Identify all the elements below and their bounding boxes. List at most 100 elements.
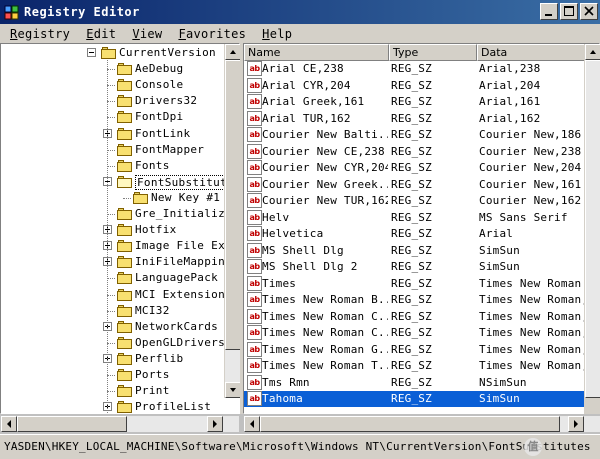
folder-icon: [117, 400, 133, 413]
table-row[interactable]: ab MS Shell Dlg REG_SZ SimSun: [244, 242, 599, 259]
table-row[interactable]: ab Helvetica REG_SZ Arial: [244, 226, 599, 242]
tree-item-label: Fonts: [135, 158, 170, 172]
tree-item[interactable]: OpenGLDrivers: [1, 335, 225, 351]
tree-item[interactable]: IniFileMapping: [1, 254, 232, 270]
tree-item[interactable]: FontMapper: [1, 142, 225, 158]
menu-registry[interactable]: Registry: [2, 27, 78, 41]
tree-item-label: Perflib: [135, 351, 184, 365]
registry-key-tree[interactable]: CurrentVersion AeDebug Console Drivers32 Fon…: [0, 43, 240, 414]
tree-item-label: MCI32: [135, 303, 170, 317]
tree-scroll-thumb[interactable]: [225, 60, 241, 350]
list-scroll-right-button[interactable]: [568, 416, 584, 432]
column-header-name[interactable]: Name: [244, 44, 389, 61]
tree-item[interactable]: MCI Extensions: [1, 287, 232, 303]
value-data: Times New Roman,18: [479, 293, 585, 306]
table-row[interactable]: ab Times New Roman B... REG_SZ Times New Ro…: [244, 292, 599, 308]
value-name: Courier New Balti...: [262, 128, 388, 141]
folder-icon: [117, 159, 133, 172]
menu-favorites[interactable]: Favorites: [170, 27, 254, 41]
table-row[interactable]: ab Arial Greek,161 REG_SZ Arial,161: [244, 94, 599, 110]
table-row[interactable]: ab Tahoma REG_SZ SimSun: [244, 391, 599, 407]
list-horizontal-scrollbar[interactable]: [244, 416, 600, 432]
string-value-icon: ab: [247, 242, 262, 258]
tree-connector: [107, 214, 115, 215]
value-name: Times New Roman T...: [262, 359, 388, 372]
table-row[interactable]: ab Arial TUR,162 REG_SZ Arial,162: [244, 110, 599, 127]
tree-item[interactable]: Hotfix: [1, 222, 225, 238]
tree-scroll-right-button[interactable]: [207, 416, 223, 432]
tree-item[interactable]: Print: [1, 383, 225, 399]
value-name: Courier New TUR,162: [262, 194, 388, 207]
table-row[interactable]: ab MS Shell Dlg 2 REG_SZ SimSun: [244, 259, 599, 275]
value-type: REG_SZ: [391, 375, 432, 389]
tree-item[interactable]: FontSubstitutes: [1, 174, 239, 190]
tree-item[interactable]: AeDebug: [1, 61, 225, 77]
tree-vertical-scrollbar[interactable]: [224, 44, 241, 398]
folder-icon: [117, 304, 133, 317]
tree-item[interactable]: Ports: [1, 367, 225, 383]
table-row[interactable]: ab Times New Roman C... REG_SZ Times New Ro…: [244, 308, 599, 325]
list-scroll-up-button[interactable]: [585, 44, 600, 60]
tree-item[interactable]: NetworkCards: [1, 319, 225, 335]
tree-item-label: OpenGLDrivers: [135, 335, 225, 349]
collapse-icon[interactable]: [87, 48, 96, 57]
tree-scroll-left-button[interactable]: [1, 416, 17, 432]
table-row[interactable]: ab Times New Roman T... REG_SZ Times New Ro…: [244, 358, 599, 374]
table-row[interactable]: ab Courier New CYR,204 REG_SZ Courier New,2…: [244, 160, 599, 176]
table-row[interactable]: ab Tms Rmn REG_SZ NSimSun: [244, 374, 599, 391]
value-type: REG_SZ: [391, 177, 432, 191]
list-scroll-left-button[interactable]: [244, 416, 260, 432]
value-data: Courier New,186: [479, 128, 582, 141]
table-row[interactable]: ab Times REG_SZ Times New Roman: [244, 275, 599, 292]
tree-item[interactable]: LanguagePack: [1, 270, 225, 286]
tree-item[interactable]: FontLink: [1, 126, 225, 142]
menu-help[interactable]: Help: [254, 27, 300, 41]
values-list[interactable]: Name Type Data ab Arial CE,238 REG_SZ Arial…: [243, 43, 600, 414]
folder-icon: [117, 320, 133, 333]
table-row[interactable]: ab Arial CYR,204 REG_SZ Arial,204: [244, 77, 599, 94]
list-vertical-scrollbar[interactable]: [584, 44, 600, 414]
close-button[interactable]: [580, 3, 598, 20]
tree-hscroll-thumb[interactable]: [17, 416, 127, 432]
list-hscroll-thumb[interactable]: [260, 416, 560, 432]
table-row[interactable]: ab Times New Roman G... REG_SZ Times New Ro…: [244, 341, 599, 358]
menu-view[interactable]: View: [124, 27, 170, 41]
value-type: REG_SZ: [391, 342, 432, 356]
title-bar[interactable]: Registry Editor: [0, 0, 600, 24]
tree-item[interactable]: Perflib: [1, 351, 225, 367]
tree-item[interactable]: MCI32: [1, 303, 225, 319]
tree-item[interactable]: Drivers32: [1, 93, 225, 109]
tree-item[interactable]: Fonts: [1, 158, 225, 174]
tree-item[interactable]: FontDpi: [1, 109, 225, 125]
menu-edit[interactable]: Edit: [78, 27, 124, 41]
tree-scroll-down-button[interactable]: [225, 382, 241, 398]
table-row[interactable]: ab Arial CE,238 REG_SZ Arial,238: [244, 61, 599, 77]
tree-horizontal-scrollbar[interactable]: [1, 416, 239, 432]
table-row[interactable]: ab Helv REG_SZ MS Sans Serif: [244, 209, 599, 226]
string-value-icon: ab: [247, 341, 262, 357]
value-data: SimSun: [479, 392, 520, 405]
tree-connector: [107, 278, 115, 280]
tree-item[interactable]: New Key #1: [1, 190, 225, 206]
minimize-button[interactable]: [540, 3, 558, 20]
column-header-type[interactable]: Type: [389, 44, 477, 61]
table-row[interactable]: ab Times New Roman C... REG_SZ Times New Ro…: [244, 325, 599, 341]
tree-scroll-up-button[interactable]: [225, 44, 241, 60]
folder-icon: [117, 384, 133, 398]
tree-item[interactable]: CurrentVersion: [1, 45, 225, 61]
folder-icon: [117, 110, 133, 124]
table-row[interactable]: ab Courier New Balti... REG_SZ Courier New,…: [244, 127, 599, 143]
table-row[interactable]: ab Courier New TUR,162 REG_SZ Courier New,1…: [244, 193, 599, 209]
tree-connector: [107, 375, 115, 376]
list-scroll-thumb[interactable]: [585, 60, 600, 398]
value-data: Arial: [479, 227, 514, 240]
tree-item[interactable]: ProfileList: [1, 399, 225, 413]
value-name: Times New Roman G...: [262, 342, 388, 356]
tree-item[interactable]: Gre_Initialize: [1, 206, 232, 222]
table-row[interactable]: ab Courier New CE,238 REG_SZ Courier New,23…: [244, 143, 599, 160]
tree-item[interactable]: Console: [1, 77, 225, 93]
tree-item[interactable]: Image File Exec: [1, 238, 239, 254]
maximize-button[interactable]: [560, 3, 578, 20]
column-header-data[interactable]: Data: [477, 44, 599, 61]
table-row[interactable]: ab Courier New Greek... REG_SZ Courier New,…: [244, 176, 599, 193]
